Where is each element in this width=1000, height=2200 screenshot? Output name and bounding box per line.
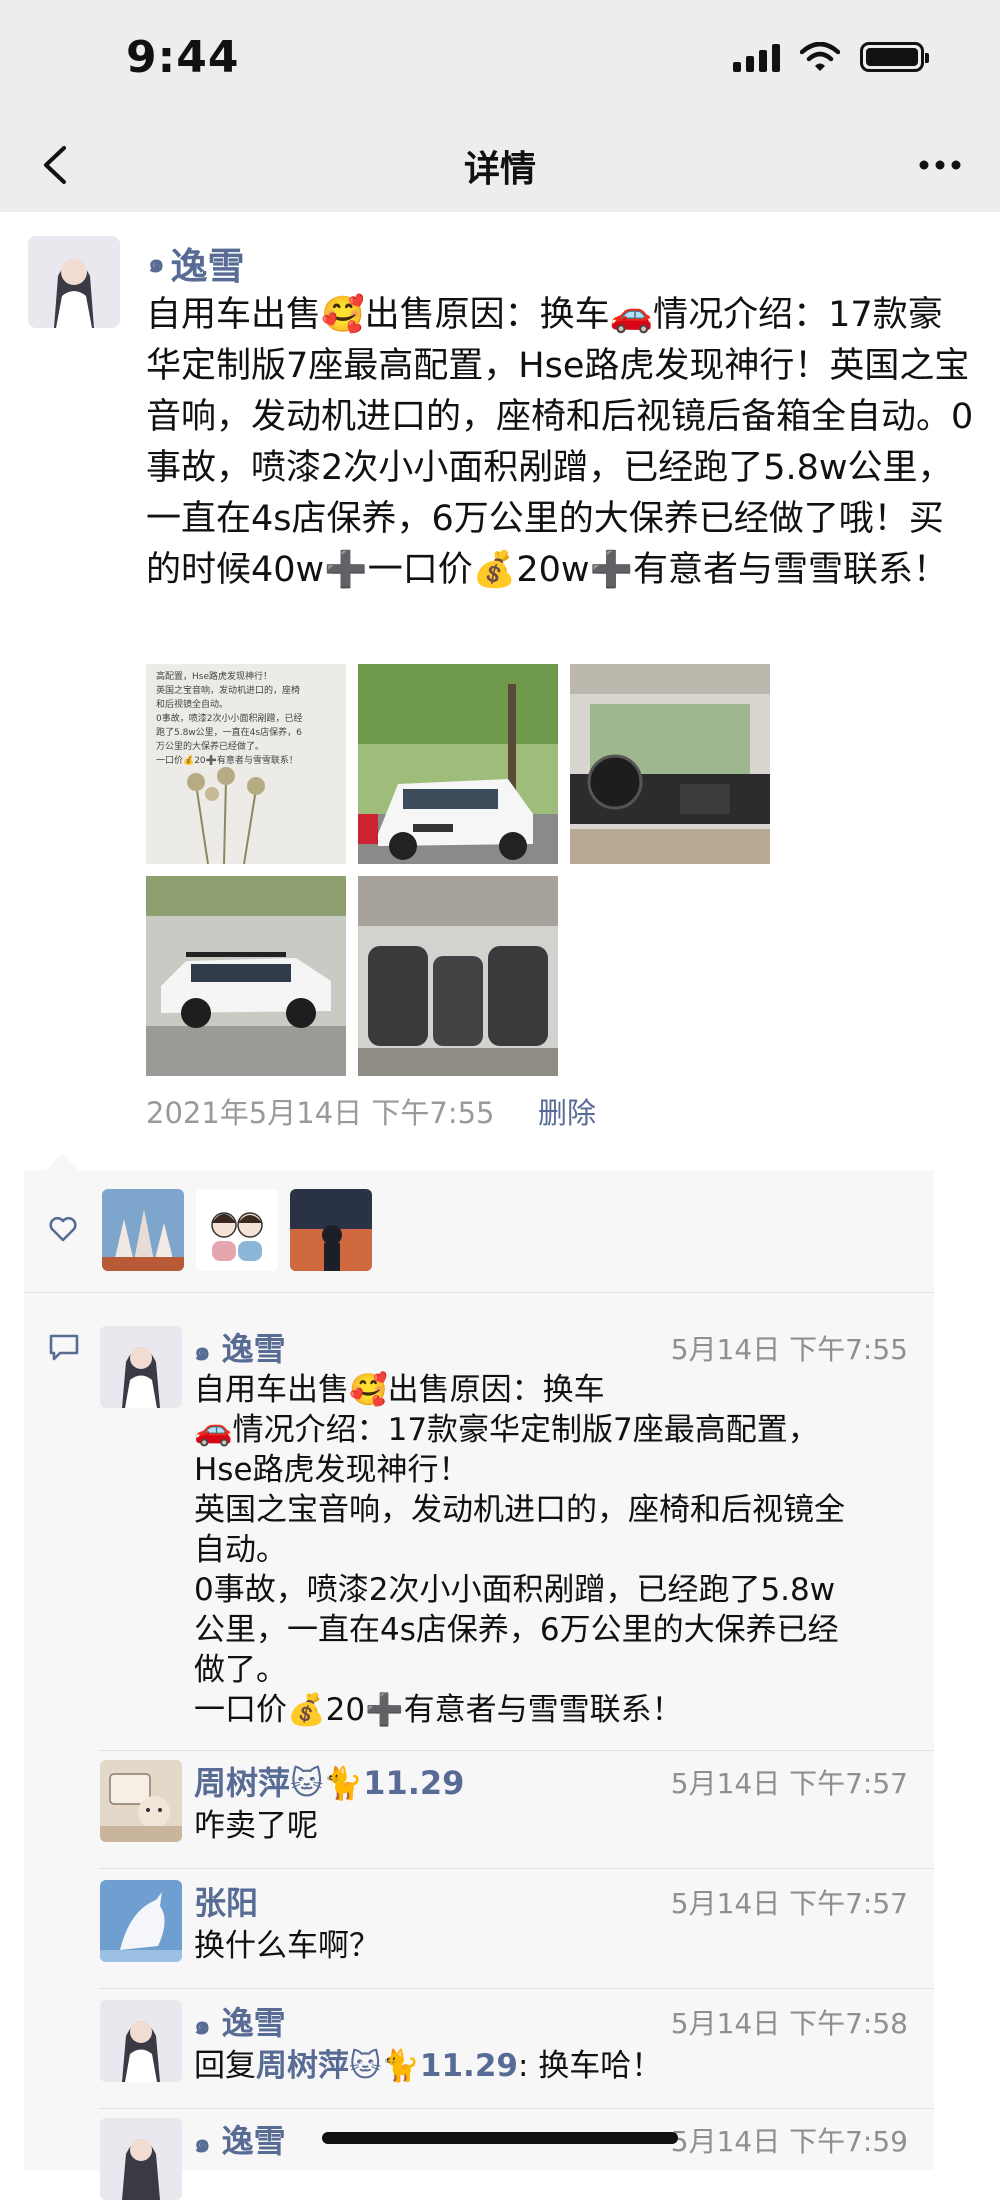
reply-prefix: 回复 xyxy=(194,2048,256,2084)
comment-avatar[interactable] xyxy=(100,1880,182,1962)
cellular-signal-icon xyxy=(733,42,780,72)
battery-icon xyxy=(860,42,929,72)
comment-author[interactable]: ๑ 逸雪 xyxy=(194,1324,286,1372)
status-bar: 9:44 xyxy=(0,0,1000,118)
post-photo-5-rear-seats[interactable] xyxy=(358,876,558,1076)
verified-badge-icon: ๑ xyxy=(148,248,165,279)
comment-author[interactable]: 周树萍🐱🐈11.29 xyxy=(194,1758,464,1804)
likes-row xyxy=(24,1170,934,1293)
verified-badge-icon: ๑ xyxy=(194,2129,211,2159)
heart-icon xyxy=(49,1216,77,1242)
home-indicator[interactable] xyxy=(322,2132,678,2144)
comment-avatar[interactable] xyxy=(100,2000,182,2082)
comment-divider xyxy=(98,1750,934,1751)
post-timestamp: 2021年5月14日 下午7:55 xyxy=(146,1096,495,1130)
comment-time: 5月14日 下午7:59 xyxy=(670,2125,908,2158)
comment-avatar[interactable] xyxy=(100,2118,182,2200)
nav-bar: 详情 xyxy=(0,118,1000,212)
delete-post-link[interactable]: 删除 xyxy=(538,1090,596,1132)
comment-author[interactable]: ๑ 逸雪 xyxy=(194,2116,286,2164)
post-author-name[interactable]: ๑ 逸雪 xyxy=(148,236,245,290)
status-icons xyxy=(733,42,929,72)
comment-divider xyxy=(98,2108,934,2109)
comment-divider xyxy=(98,1868,934,1869)
like-avatar[interactable] xyxy=(196,1189,278,1271)
post-author-avatar[interactable] xyxy=(28,236,120,328)
post-photo-3-dashboard[interactable] xyxy=(570,664,770,864)
photo-note-text: 高配置，Hse路虎发现神行！ 英国之宝音响，发动机进口的，座椅 和后视镜全自动。… xyxy=(156,672,303,766)
post-author-label: 逸雪 xyxy=(170,245,245,288)
page-title: 详情 xyxy=(463,149,536,190)
comment-text: 换什么车啊？ xyxy=(194,1928,380,1964)
comment-text: 回复周树萍🐱🐈11.29: 换车哈！ xyxy=(194,2046,914,2086)
comment-icon xyxy=(49,1334,79,1361)
comment-time: 5月14日 下午7:57 xyxy=(670,1887,908,1920)
reply-body: : 换车哈！ xyxy=(517,2048,663,2084)
comment-text: 自用车出售🥰出售原因：换车 🚗情况介绍：17款豪华定制版7座最高配置， Hse路… xyxy=(194,1372,845,1728)
comment-avatar[interactable] xyxy=(100,1326,182,1408)
verified-badge-icon: ๑ xyxy=(194,1337,211,1367)
like-avatar[interactable] xyxy=(102,1189,184,1271)
status-time: 9:44 xyxy=(126,32,240,83)
like-avatar[interactable] xyxy=(290,1189,372,1271)
interaction-panel: ๑ 逸雪 5月14日 下午7:55 自用车出售🥰出售原因：换车 🚗情况介绍：17… xyxy=(24,1154,934,2200)
verified-badge-icon: ๑ xyxy=(194,2011,211,2041)
comment-author[interactable]: ๑ 逸雪 xyxy=(194,1998,286,2046)
post-body-text: 自用车出售🥰出售原因：换车🚗情况介绍：17款豪华定制版7座最高配置，Hse路虎发… xyxy=(146,295,974,590)
post-photo-1-note[interactable]: 高配置，Hse路虎发现神行！ 英国之宝音响，发动机进口的，座椅 和后视镜全自动。… xyxy=(146,664,346,864)
post-photo-2-car-front[interactable] xyxy=(358,664,558,864)
comment-text: 咋卖了呢 xyxy=(194,1808,318,1844)
comment-author[interactable]: 张阳 xyxy=(194,1878,258,1924)
comment-time: 5月14日 下午7:57 xyxy=(670,1767,908,1800)
comment-avatar[interactable] xyxy=(100,1760,182,1842)
comment-divider xyxy=(98,1988,934,1989)
wifi-icon xyxy=(800,42,840,71)
post-photo-4-car-side[interactable] xyxy=(146,876,346,1076)
comment-time: 5月14日 下午7:55 xyxy=(670,1333,908,1366)
reply-target-name[interactable]: 周树萍🐱🐈11.29 xyxy=(256,2048,518,2084)
comment-time: 5月14日 下午7:58 xyxy=(670,2007,908,2040)
more-options-icon[interactable] xyxy=(910,140,970,190)
